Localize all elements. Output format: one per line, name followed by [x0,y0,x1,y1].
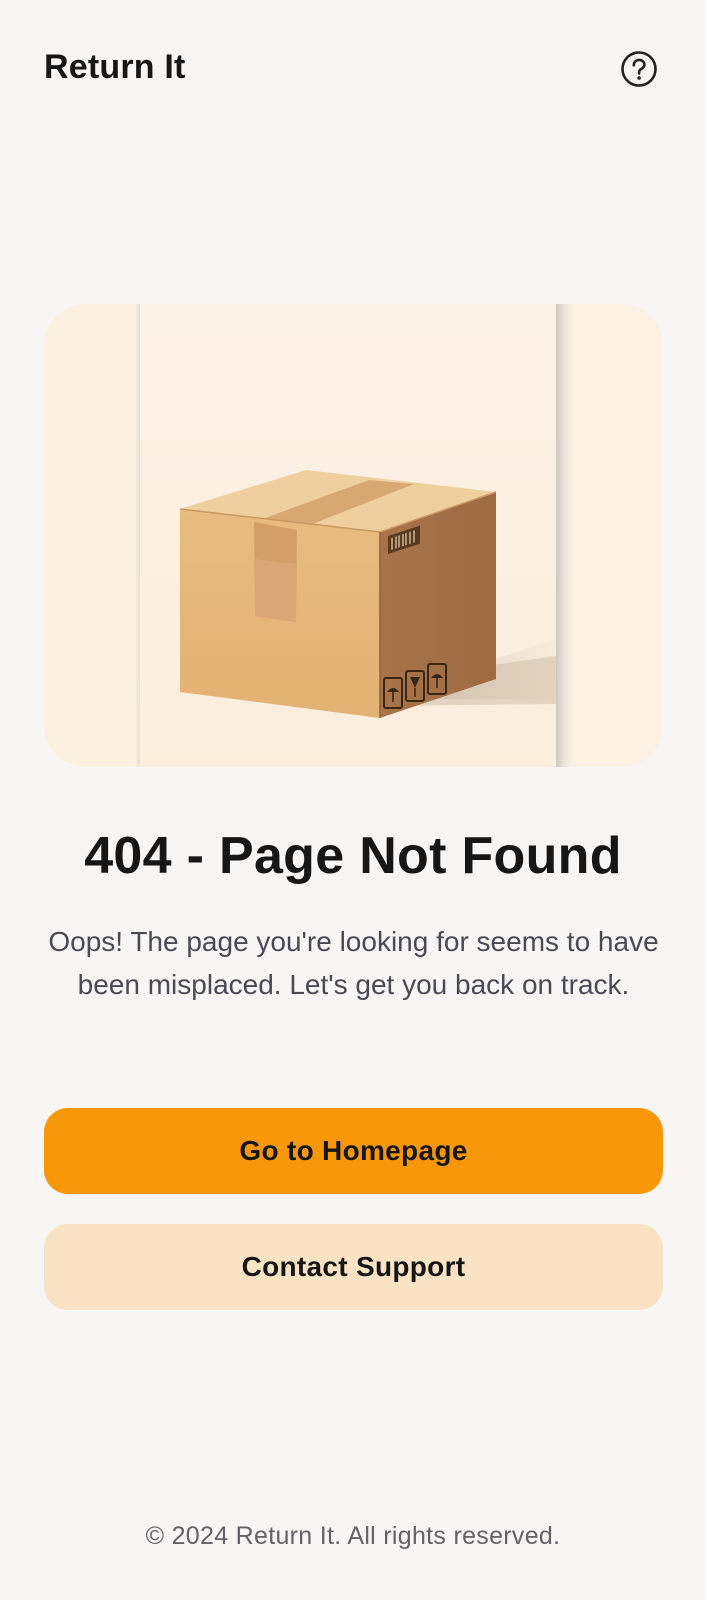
top-bar: Return It [0,0,706,140]
not-found-page: Return It 404 - Page Not Found Oops! The… [0,0,706,1600]
go-to-homepage-button[interactable]: Go to Homepage [44,1108,663,1194]
error-message: Oops! The page you're looking for seems … [48,926,659,1000]
error-heading: 404 - Page Not Found [84,827,622,885]
contact-support-button[interactable]: Contact Support [44,1224,663,1310]
app-title: Return It [44,48,186,86]
footer-copyright: © 2024 Return It. All rights reserved. [145,1522,561,1550]
help-button[interactable] [620,50,658,88]
box-illustration [44,304,663,767]
help-circle-icon [621,51,657,87]
